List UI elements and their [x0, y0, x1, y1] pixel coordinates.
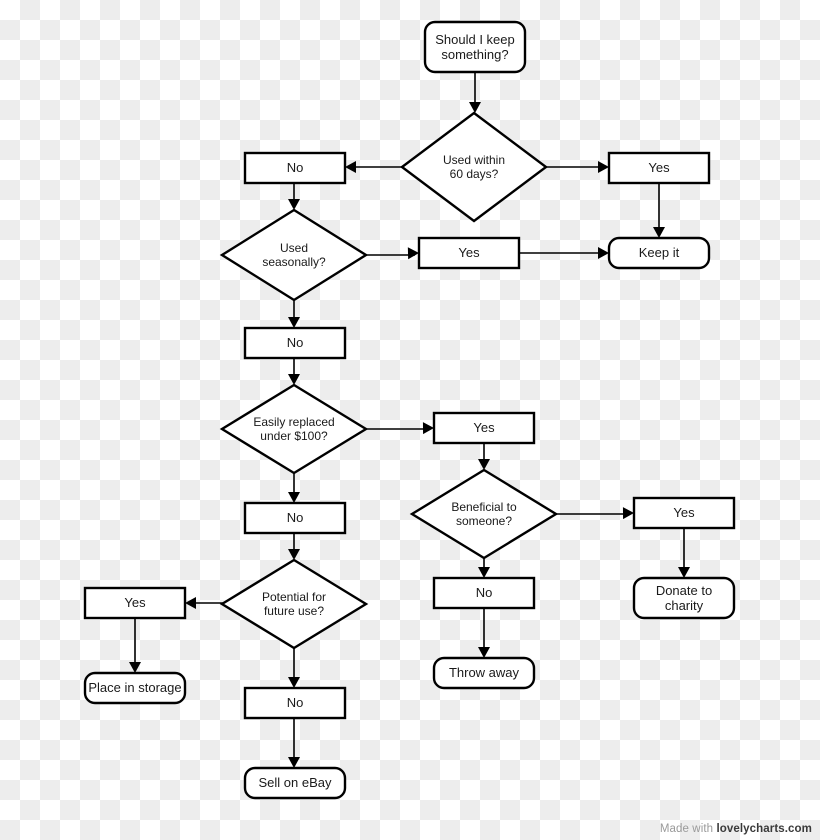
- edge-e-yes3-dbenefit: [478, 443, 490, 470]
- edge-arrowhead: [478, 567, 490, 578]
- edge-arrowhead: [678, 567, 690, 578]
- node-shape-terminal[interactable]: [607, 236, 711, 270]
- edge-e-dfuture-no5: [288, 648, 300, 688]
- node-shape-terminal[interactable]: [423, 20, 527, 74]
- watermark-prefix: Made with: [659, 823, 717, 835]
- node-shape-diamond[interactable]: [219, 558, 369, 650]
- node-shape-box[interactable]: [632, 496, 736, 530]
- node-shape-box[interactable]: [243, 151, 347, 185]
- edge-e-no1-dseason: [288, 183, 300, 210]
- edge-e-start-d60: [469, 72, 481, 113]
- edge-arrowhead: [478, 459, 490, 470]
- node-shape-box[interactable]: [432, 411, 536, 445]
- nodes-layer: [83, 20, 736, 800]
- edge-arrowhead: [653, 227, 665, 238]
- edge-arrowhead: [288, 677, 300, 688]
- flowchart-svg: [83, 20, 736, 800]
- edge-e-yes4-donate: [678, 528, 690, 578]
- node-shape-terminal[interactable]: [432, 656, 536, 690]
- node-shape-diamond[interactable]: [409, 468, 559, 560]
- edge-arrowhead: [129, 662, 141, 673]
- edge-arrowhead: [622, 507, 634, 520]
- edge-e-yes2-keepit: [519, 247, 609, 259]
- node-shape-terminal[interactable]: [83, 671, 187, 705]
- node-shape-box[interactable]: [243, 326, 347, 360]
- node-shape-terminal[interactable]: [632, 576, 736, 620]
- edge-arrowhead: [288, 317, 300, 328]
- watermark-brand: lovelycharts.com: [716, 823, 812, 835]
- node-shape-box[interactable]: [417, 236, 521, 270]
- edge-arrowhead: [598, 161, 609, 173]
- edge-e-no4-throwaway: [478, 608, 490, 658]
- flowchart-canvas: Should I keep something? Used within 60 d…: [0, 0, 820, 840]
- edge-e-yes5-storage: [129, 618, 141, 673]
- edge-e-no5-sellebay: [288, 718, 300, 768]
- node-shape-box[interactable]: [432, 576, 536, 610]
- node-shape-diamond[interactable]: [219, 208, 369, 302]
- edge-arrowhead: [288, 374, 300, 385]
- edge-e-yes1-keepit: [653, 183, 665, 238]
- edge-e-dseason-no2: [288, 300, 300, 328]
- edge-e-no2-dreplace: [288, 358, 300, 385]
- edge-arrowhead: [469, 102, 481, 113]
- node-shape-terminal[interactable]: [243, 766, 347, 800]
- edge-arrowhead: [288, 757, 300, 768]
- edges-layer: [129, 72, 690, 768]
- node-shape-box[interactable]: [607, 151, 711, 185]
- edge-arrowhead: [598, 247, 609, 259]
- edge-arrowhead: [185, 597, 196, 609]
- node-shape-box[interactable]: [243, 501, 347, 535]
- edge-e-no3-dfuture: [288, 533, 300, 560]
- node-shape-box[interactable]: [243, 686, 347, 720]
- edge-arrowhead: [422, 422, 434, 435]
- edge-arrowhead: [478, 647, 490, 658]
- node-shape-box[interactable]: [83, 586, 187, 620]
- edge-arrowhead: [288, 549, 300, 560]
- node-shape-diamond[interactable]: [400, 111, 548, 223]
- edge-arrowhead: [288, 492, 300, 503]
- edge-arrowhead: [288, 199, 300, 210]
- edge-arrowhead: [407, 247, 419, 260]
- watermark: Made with lovelycharts.com: [660, 823, 812, 835]
- node-shape-diamond[interactable]: [219, 383, 369, 475]
- edge-e-dbenefit-no4: [478, 558, 490, 578]
- edge-e-dreplace-no3: [288, 473, 300, 503]
- edge-arrowhead: [345, 161, 356, 173]
